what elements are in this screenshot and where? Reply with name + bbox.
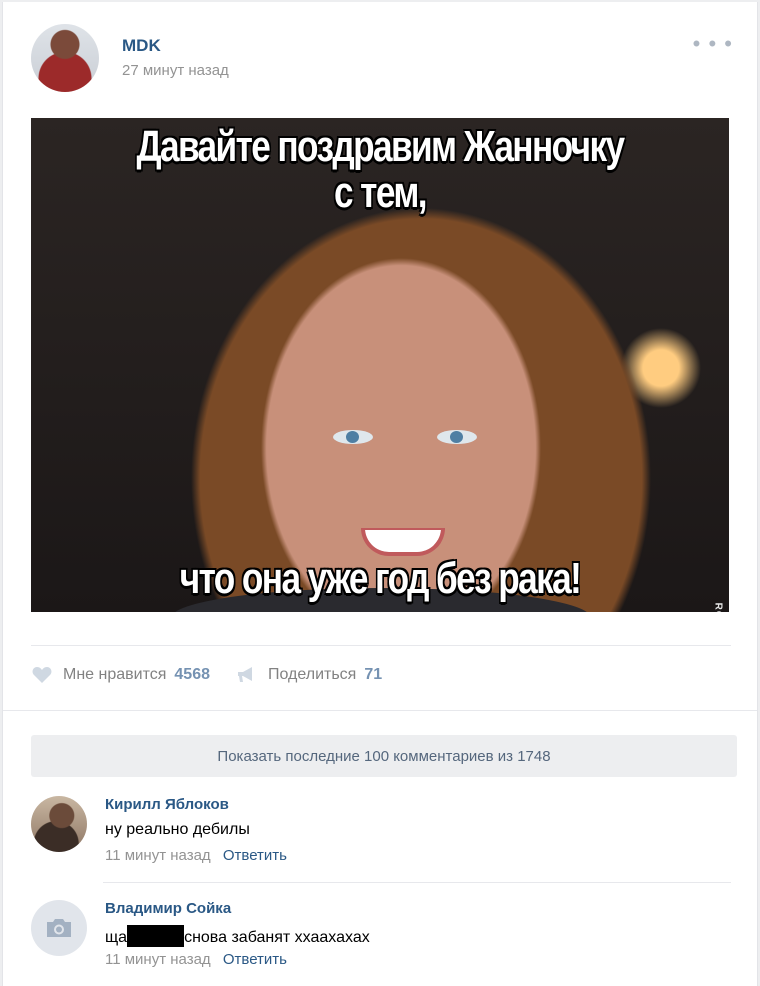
image-smile <box>361 528 445 556</box>
comment-item: Владимир Сойка ща снова забанят ххаахахах… <box>31 900 737 980</box>
image-eye-left <box>333 430 373 444</box>
reply-link[interactable]: Ответить <box>223 951 287 968</box>
post-card: MDK 27 минут назад • • • Давайте поздрав… <box>2 2 758 986</box>
comment-meta: 11 минут назад Ответить <box>105 951 287 968</box>
comment-time[interactable]: 11 минут назад <box>105 951 211 968</box>
comment-time[interactable]: 11 минут назад <box>105 847 211 864</box>
meme-watermark: ROFLBOT <box>712 603 723 612</box>
share-label: Поделиться <box>267 666 357 683</box>
like-label: Мне нравится <box>63 666 167 683</box>
post-time[interactable]: 27 минут назад <box>122 62 229 79</box>
meme-top-line-2: с тем, <box>334 168 428 217</box>
camera-icon <box>47 919 71 937</box>
meme-top-line-1: Давайте поздравим Жанночку <box>136 122 626 171</box>
redacted-block <box>127 925 185 947</box>
author-avatar[interactable] <box>31 24 99 92</box>
like-button[interactable]: Мне нравится 4568 <box>31 665 210 685</box>
meme-bottom-line: что она уже год без рака! <box>179 554 582 603</box>
comment-item: Кирилл Яблоков ну реально дебилы 11 мину… <box>31 796 737 876</box>
comment-avatar[interactable] <box>31 900 87 956</box>
like-count: 4568 <box>174 666 210 683</box>
post-author[interactable]: MDK <box>122 36 161 56</box>
divider <box>31 645 731 646</box>
comment-text-start: ща <box>105 929 128 946</box>
more-dots-icon[interactable]: • • • <box>693 33 733 55</box>
post-actions: Мне нравится 4568 Поделиться 71 <box>31 665 408 685</box>
show-comments-button[interactable]: Показать последние 100 комментариев из 1… <box>31 735 737 777</box>
comment-avatar[interactable] <box>31 796 87 852</box>
comment-text: ну реально дебилы <box>105 821 250 838</box>
comment-meta: 11 минут назад Ответить <box>105 847 287 864</box>
post-image[interactable]: Давайте поздравим Жанночку с тем, что он… <box>31 118 729 612</box>
comment-author[interactable]: Владимир Сойка <box>105 900 231 917</box>
megaphone-icon <box>236 665 258 685</box>
heart-icon <box>31 665 53 685</box>
divider <box>3 710 757 711</box>
reply-link[interactable]: Ответить <box>223 847 287 864</box>
share-button[interactable]: Поделиться 71 <box>236 665 382 685</box>
share-count: 71 <box>364 666 383 683</box>
comment-text: ща снова забанят ххаахахах <box>105 925 370 947</box>
comment-author[interactable]: Кирилл Яблоков <box>105 796 229 813</box>
divider <box>103 882 731 883</box>
comment-text-end: снова забанят ххаахахах <box>184 929 370 946</box>
image-eye-right <box>437 430 477 444</box>
